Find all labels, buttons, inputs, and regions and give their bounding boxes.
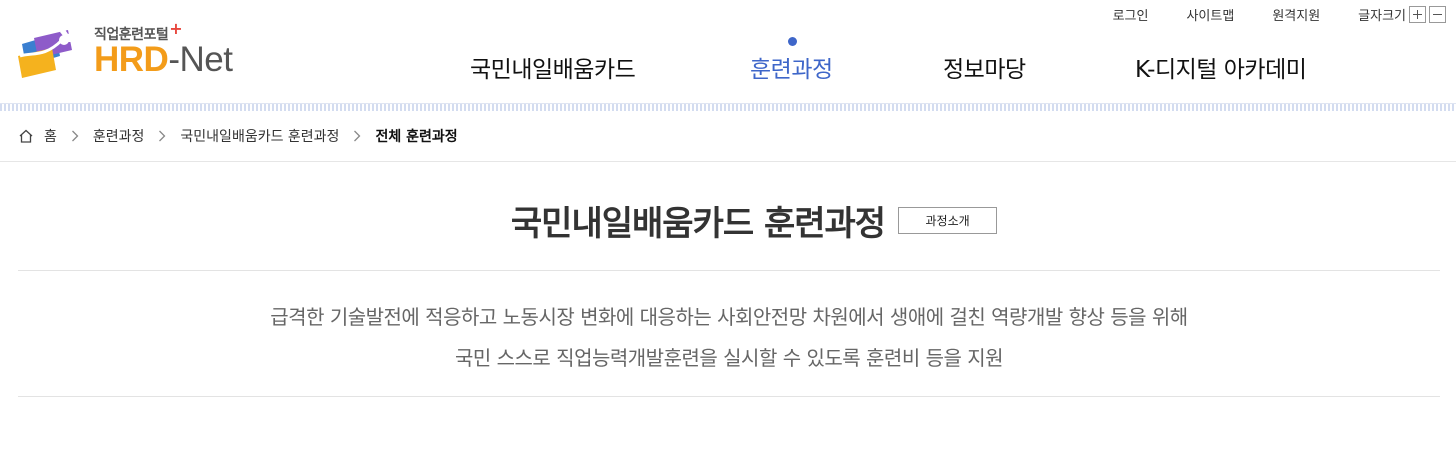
page-title-area: 국민내일배움카드 훈련과정 과정소개 bbox=[18, 162, 1440, 271]
title-row: 국민내일배움카드 훈련과정 과정소개 bbox=[18, 196, 1440, 245]
nav-item-training-courses[interactable]: 훈련과정 bbox=[750, 50, 833, 84]
breadcrumb-home[interactable]: 홈 bbox=[44, 126, 57, 146]
active-menu-indicator bbox=[788, 37, 797, 46]
utility-links: 로그인 사이트맵 원격지원 글자크기 bbox=[1075, 5, 1446, 24]
page-description: 급격한 기술발전에 적응하고 노동시장 변화에 대응하는 사회안전망 차원에서 … bbox=[18, 271, 1440, 397]
nav-item-learning-card[interactable]: 국민내일배움카드 bbox=[470, 50, 636, 84]
description-line-2: 국민 스스로 직업능력개발훈련을 실시할 수 있도록 훈련비 등을 지원 bbox=[454, 346, 1004, 370]
breadcrumb-current: 전체 훈련과정 bbox=[375, 129, 458, 145]
nav-item-info[interactable]: 정보마당 bbox=[943, 50, 1026, 84]
site-header: 로그인 사이트맵 원격지원 글자크기 직업훈련포털+ HRD-Net 국민내일배… bbox=[0, 0, 1456, 103]
description-line-1: 급격한 기술발전에 적응하고 노동시장 변화에 대응하는 사회안전망 차원에서 … bbox=[270, 305, 1188, 329]
home-icon[interactable] bbox=[18, 128, 34, 144]
logo-plus-mark: + bbox=[169, 19, 183, 38]
chevron-right-icon bbox=[354, 130, 361, 142]
sitemap-link[interactable]: 사이트맵 bbox=[1186, 5, 1234, 24]
breadcrumb-card-training[interactable]: 국민내일배움카드 훈련과정 bbox=[180, 126, 339, 146]
chevron-right-icon bbox=[71, 130, 79, 142]
page-title: 국민내일배움카드 훈련과정 bbox=[510, 204, 886, 244]
font-increase-icon[interactable] bbox=[1409, 6, 1426, 23]
header-divider bbox=[0, 103, 1456, 111]
chevron-right-icon bbox=[159, 130, 166, 142]
main-nav: 국민내일배움카드 훈련과정 정보마당 K-디지털 아카데미 bbox=[0, 37, 1456, 86]
font-size-label: 글자크기 bbox=[1358, 9, 1406, 24]
login-link[interactable]: 로그인 bbox=[1113, 5, 1149, 24]
font-decrease-icon[interactable] bbox=[1429, 6, 1446, 23]
font-size-control: 글자크기 bbox=[1358, 5, 1446, 24]
breadcrumb: 홈 훈련과정 국민내일배움카드 훈련과정 전체 훈련과정 bbox=[0, 111, 1456, 162]
remote-support-link[interactable]: 원격지원 bbox=[1272, 5, 1320, 24]
breadcrumb-training[interactable]: 훈련과정 bbox=[93, 126, 145, 146]
course-intro-button[interactable]: 과정소개 bbox=[898, 207, 998, 234]
nav-item-k-digital-academy[interactable]: K-디지털 아카데미 bbox=[1135, 50, 1307, 84]
